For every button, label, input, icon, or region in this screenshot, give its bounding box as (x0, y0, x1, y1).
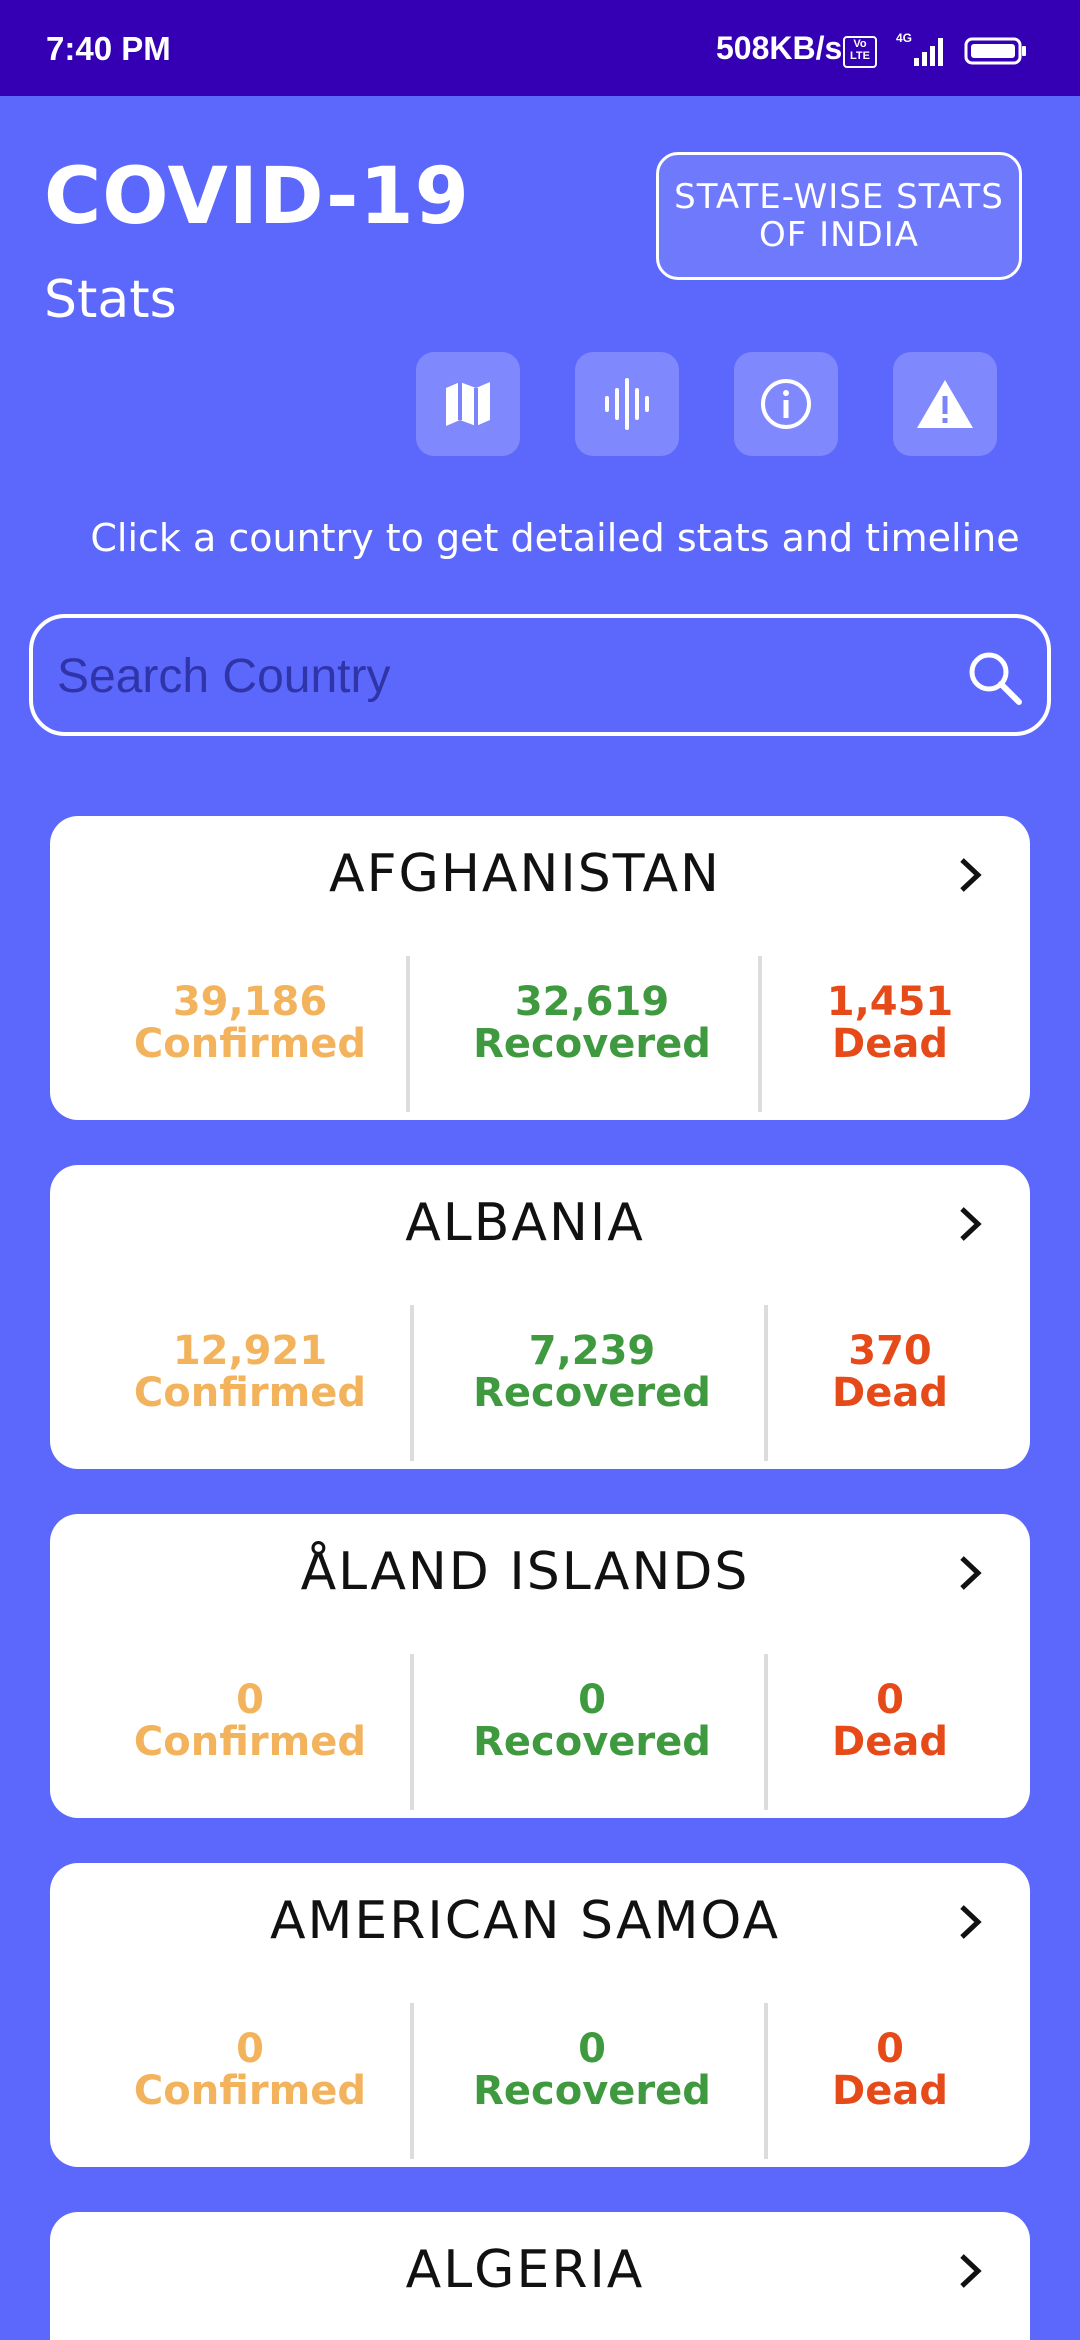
confirmed-label: Confirmed (133, 1719, 367, 1765)
divider (764, 1654, 768, 1810)
search-input[interactable] (55, 640, 939, 712)
chevron-right-icon (960, 858, 982, 892)
hint-text: Click a country to get detailed stats an… (90, 516, 1020, 560)
dead-count: 0 (876, 1677, 904, 1723)
confirmed-label: Confirmed (133, 1021, 367, 1067)
dead-stat: 0 Dead (770, 1679, 1010, 1763)
confirmed-stat: 12,921 Confirmed (90, 1330, 410, 1414)
country-card[interactable]: ALBANIA 12,921 Confirmed 7,239 Recovered… (50, 1165, 1030, 1469)
country-card[interactable]: AMERICAN SAMOA 0 Confirmed 0 Recovered 0… (50, 1863, 1030, 2167)
country-name: ALGERIA (405, 2240, 645, 2300)
dead-count: 370 (848, 1328, 932, 1374)
info-button[interactable] (734, 352, 838, 456)
recovered-count: 32,619 (514, 979, 670, 1025)
dead-label: Dead (832, 1370, 948, 1416)
confirmed-stat: 0 Confirmed (90, 2028, 410, 2112)
recovered-count: 0 (578, 2026, 606, 2072)
dead-stat: 370 Dead (770, 1330, 1010, 1414)
country-name: AFGHANISTAN (329, 844, 721, 904)
country-name: ALBANIA (405, 1193, 645, 1253)
confirmed-stat: 39,186 Confirmed (90, 981, 410, 1065)
country-name: AMERICAN SAMOA (269, 1891, 781, 1951)
dead-label: Dead (832, 2068, 948, 2114)
divider (406, 956, 410, 1112)
volte-icon: Vo LTE (843, 36, 877, 68)
status-time: 7:40 PM (46, 30, 171, 67)
dead-count: 0 (876, 2026, 904, 2072)
network-type: 4G (896, 31, 912, 45)
divider (410, 1654, 414, 1810)
recovered-label: Recovered (473, 1370, 711, 1416)
app-title: COVID-19 (44, 152, 470, 242)
chevron-right-icon (960, 1207, 982, 1241)
confirmed-label: Confirmed (133, 2068, 367, 2114)
chevron-right-icon (960, 2254, 982, 2288)
confirmed-count: 0 (236, 2026, 264, 2072)
dead-stat: 1,451 Dead (770, 981, 1010, 1065)
battery-icon (964, 37, 1026, 65)
country-name: ÅLAND ISLANDS (300, 1542, 750, 1602)
recovered-label: Recovered (473, 1719, 711, 1765)
status-speed: 508KB/s (716, 30, 843, 66)
divider (758, 956, 762, 1112)
divider (764, 1305, 768, 1461)
info-icon (761, 379, 811, 429)
search-box[interactable] (29, 614, 1051, 736)
recovered-count: 7,239 (528, 1328, 656, 1374)
confirmed-count: 12,921 (172, 1328, 328, 1374)
recovered-label: Recovered (473, 2068, 711, 2114)
confirmed-count: 0 (236, 1677, 264, 1723)
country-card[interactable]: ALGERIA (50, 2212, 1030, 2340)
dead-count: 1,451 (826, 979, 954, 1025)
app-subtitle: Stats (44, 270, 177, 330)
voice-button[interactable] (575, 352, 679, 456)
divider (410, 1305, 414, 1461)
recovered-stat: 0 Recovered (422, 2028, 762, 2112)
recovered-stat: 32,619 Recovered (422, 981, 762, 1065)
warning-icon (917, 380, 973, 428)
chevron-right-icon (960, 1556, 982, 1590)
signal-icon: 4G (896, 31, 943, 66)
dead-label: Dead (832, 1719, 948, 1765)
dead-label: Dead (832, 1021, 948, 1067)
warning-button[interactable] (893, 352, 997, 456)
dead-stat: 0 Dead (770, 2028, 1010, 2112)
chevron-right-icon (960, 1905, 982, 1939)
search-icon[interactable] (963, 646, 1027, 710)
map-icon (446, 382, 490, 426)
recovered-stat: 7,239 Recovered (422, 1330, 762, 1414)
confirmed-label: Confirmed (133, 1370, 367, 1416)
country-card[interactable]: ÅLAND ISLANDS 0 Confirmed 0 Recovered 0 … (50, 1514, 1030, 1818)
recovered-label: Recovered (473, 1021, 711, 1067)
confirmed-count: 39,186 (172, 979, 328, 1025)
country-card[interactable]: AFGHANISTAN 39,186 Confirmed 32,619 Reco… (50, 816, 1030, 1120)
state-wise-stats-button[interactable]: STATE-WISE STATS OF INDIA (656, 152, 1022, 280)
recovered-count: 0 (578, 1677, 606, 1723)
recovered-stat: 0 Recovered (422, 1679, 762, 1763)
status-bar: 7:40 PM 508KB/s Vo LTE 4G (0, 0, 1080, 96)
divider (764, 2003, 768, 2159)
voice-icon (605, 378, 649, 430)
confirmed-stat: 0 Confirmed (90, 1679, 410, 1763)
divider (410, 2003, 414, 2159)
map-button[interactable] (416, 352, 520, 456)
